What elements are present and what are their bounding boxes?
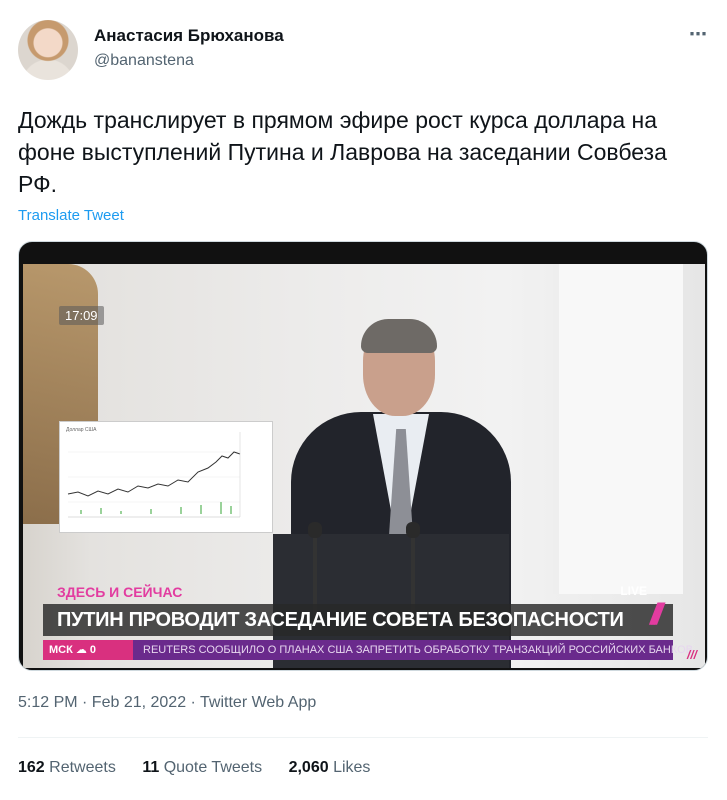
translate-tweet-link[interactable]: Translate Tweet xyxy=(18,207,124,224)
author-handle[interactable]: @bananstena xyxy=(94,52,194,70)
video-frame[interactable]: 17:09 Доллар США ЗДЕСЬ И СЕЙЧАС LIVE ПУТ… xyxy=(23,264,705,668)
retweets-count: 162 xyxy=(18,759,45,776)
ticker-text: REUTERS СООБЩИЛО О ПЛАНАХ США ЗАПРЕТИТЬ … xyxy=(143,644,694,656)
likes-stat[interactable]: 2,060 Likes xyxy=(289,759,371,777)
dozhd-corner-logo-icon: /// xyxy=(686,648,697,662)
retweets-label: Retweets xyxy=(49,759,116,776)
divider xyxy=(18,737,708,738)
chart-title: Доллар США xyxy=(66,427,97,433)
tweet-video[interactable]: 17:09 Доллар США ЗДЕСЬ И СЕЙЧАС LIVE ПУТ… xyxy=(18,241,708,671)
likes-count: 2,060 xyxy=(288,759,329,776)
tweet-stats: 162 Retweets 11 Quote Tweets 2,060 Likes xyxy=(18,759,392,777)
headline-text: ПУТИН ПРОВОДИТ ЗАСЕДАНИЕ СОВЕТА БЕЗОПАСН… xyxy=(57,609,624,631)
dozhd-logo-icon: /// xyxy=(649,598,663,631)
usd-rate-line xyxy=(67,451,241,497)
tweet-meta[interactable]: 5:12 PM · Feb 21, 2022 · Twitter Web App xyxy=(18,694,316,712)
news-ticker: МСК ☁ 0 REUTERS СООБЩИЛО О ПЛАНАХ США ЗА… xyxy=(43,640,693,660)
moscow-weather-badge: МСК ☁ 0 xyxy=(43,640,133,660)
usd-rate-chart: Доллар США xyxy=(59,421,273,533)
quotes-count: 11 xyxy=(142,759,160,776)
usd-rate-chart-svg xyxy=(67,432,241,518)
background-window xyxy=(553,264,683,594)
quotes-label: Quote Tweets xyxy=(163,759,263,776)
live-label: LIVE xyxy=(620,584,647,598)
here-and-now-label: ЗДЕСЬ И СЕЙЧАС xyxy=(57,584,183,600)
retweets-stat[interactable]: 162 Retweets xyxy=(18,759,116,777)
speaker-hair xyxy=(361,319,437,353)
headline-bar: ПУТИН ПРОВОДИТ ЗАСЕДАНИЕ СОВЕТА БЕЗОПАСН… xyxy=(43,604,673,636)
more-options-icon[interactable]: ⋯ xyxy=(689,24,708,45)
video-timestamp: 17:09 xyxy=(59,306,104,325)
avatar[interactable] xyxy=(18,20,78,80)
tweet-text: Дождь транслирует в прямом эфире рост ку… xyxy=(18,107,667,197)
news-lower-third: ЗДЕСЬ И СЕЙЧАС LIVE ПУТИН ПРОВОДИТ ЗАСЕД… xyxy=(23,584,705,668)
quote-tweets-stat[interactable]: 11 Quote Tweets xyxy=(142,759,262,777)
author-name[interactable]: Анастасия Брюханова xyxy=(94,26,284,46)
tweet-header: Анастасия Брюханова @bananstena ⋯ xyxy=(18,20,708,80)
likes-label: Likes xyxy=(333,759,371,776)
